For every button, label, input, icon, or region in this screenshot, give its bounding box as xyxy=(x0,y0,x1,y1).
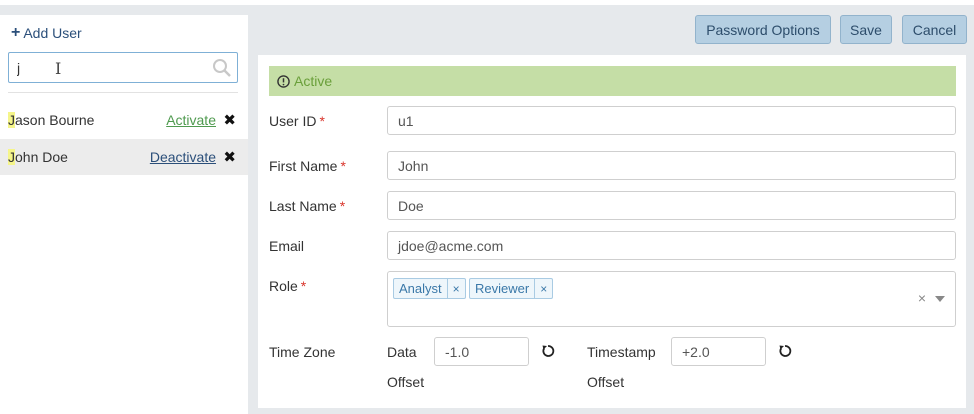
label-text: Role xyxy=(269,278,298,294)
label-text: First Name xyxy=(269,158,338,174)
status-text: Active xyxy=(294,73,333,89)
text-cursor-icon: I xyxy=(55,59,62,78)
user-id-label: User ID * xyxy=(269,113,325,129)
email-field[interactable]: jdoe@acme.com xyxy=(387,231,956,260)
user-name-rest: ohn Doe xyxy=(15,149,68,165)
role-label: Role * xyxy=(269,278,306,294)
status-banner: Active xyxy=(269,66,956,96)
save-button[interactable]: Save xyxy=(840,15,892,44)
timestamp-offset-label-2: Offset xyxy=(587,374,625,390)
divider xyxy=(8,92,238,93)
user-name: Jason Bourne xyxy=(8,112,94,128)
clear-icon[interactable]: × xyxy=(918,290,926,306)
activate-link[interactable]: Activate xyxy=(166,112,216,128)
plus-icon: + xyxy=(11,24,21,41)
required-mark: * xyxy=(319,113,325,129)
user-search-box: I xyxy=(8,52,238,83)
data-offset-field[interactable]: -1.0 xyxy=(434,337,529,366)
role-tag-label: Analyst xyxy=(399,281,442,296)
add-user-button[interactable]: + Add User xyxy=(11,24,82,42)
add-user-label: Add User xyxy=(23,25,82,41)
chevron-down-icon[interactable] xyxy=(935,296,945,302)
reset-icon[interactable] xyxy=(541,344,555,358)
required-mark: * xyxy=(300,278,307,294)
deactivate-link[interactable]: Deactivate xyxy=(150,149,216,165)
first-name-field[interactable]: John xyxy=(387,151,956,180)
required-mark: * xyxy=(339,198,346,214)
email-label: Email xyxy=(269,238,305,254)
data-offset-label-2: Offset xyxy=(387,374,425,390)
role-tag: Reviewer × xyxy=(469,278,554,299)
label-text: User ID xyxy=(269,113,317,129)
last-name-label: Last Name * xyxy=(269,198,345,214)
close-icon[interactable]: × xyxy=(446,279,465,298)
label-text: Last Name xyxy=(269,198,337,214)
data-offset-label: Data xyxy=(387,344,417,360)
reset-icon[interactable] xyxy=(778,344,792,358)
close-icon[interactable]: × xyxy=(534,279,552,298)
top-strip xyxy=(0,0,974,5)
user-name-rest: ason Bourne xyxy=(15,112,95,128)
user-name: John Doe xyxy=(8,149,68,165)
close-icon[interactable]: ✖ xyxy=(223,111,236,129)
role-select[interactable]: Analyst × Reviewer × × xyxy=(387,271,956,327)
search-highlight: J xyxy=(8,112,15,128)
cancel-button[interactable]: Cancel xyxy=(902,15,967,44)
user-list-item[interactable]: John Doe Deactivate ✖ xyxy=(0,139,248,175)
search-highlight: J xyxy=(8,149,15,165)
user-list-panel: + Add User I Jason Bourne Activate ✖ Joh… xyxy=(0,15,248,414)
required-mark: * xyxy=(340,158,346,174)
time-zone-label: Time Zone xyxy=(269,344,336,360)
timestamp-offset-label: Timestamp xyxy=(587,344,656,360)
user-id-field[interactable]: u1 xyxy=(387,106,956,135)
timestamp-offset-field[interactable]: +2.0 xyxy=(671,337,766,366)
info-icon xyxy=(277,74,290,88)
search-input[interactable] xyxy=(9,53,204,82)
last-name-field[interactable]: Doe xyxy=(387,191,956,220)
close-icon[interactable]: ✖ xyxy=(223,148,236,166)
password-options-button[interactable]: Password Options xyxy=(695,15,831,44)
role-tag: Analyst × xyxy=(393,278,466,299)
first-name-label: First Name * xyxy=(269,158,346,174)
user-list-item[interactable]: Jason Bourne Activate ✖ xyxy=(0,102,248,138)
role-tag-label: Reviewer xyxy=(475,281,530,296)
search-icon[interactable] xyxy=(212,58,232,78)
user-detail-form: Active User ID * u1 First Name * John Last… xyxy=(258,55,966,408)
